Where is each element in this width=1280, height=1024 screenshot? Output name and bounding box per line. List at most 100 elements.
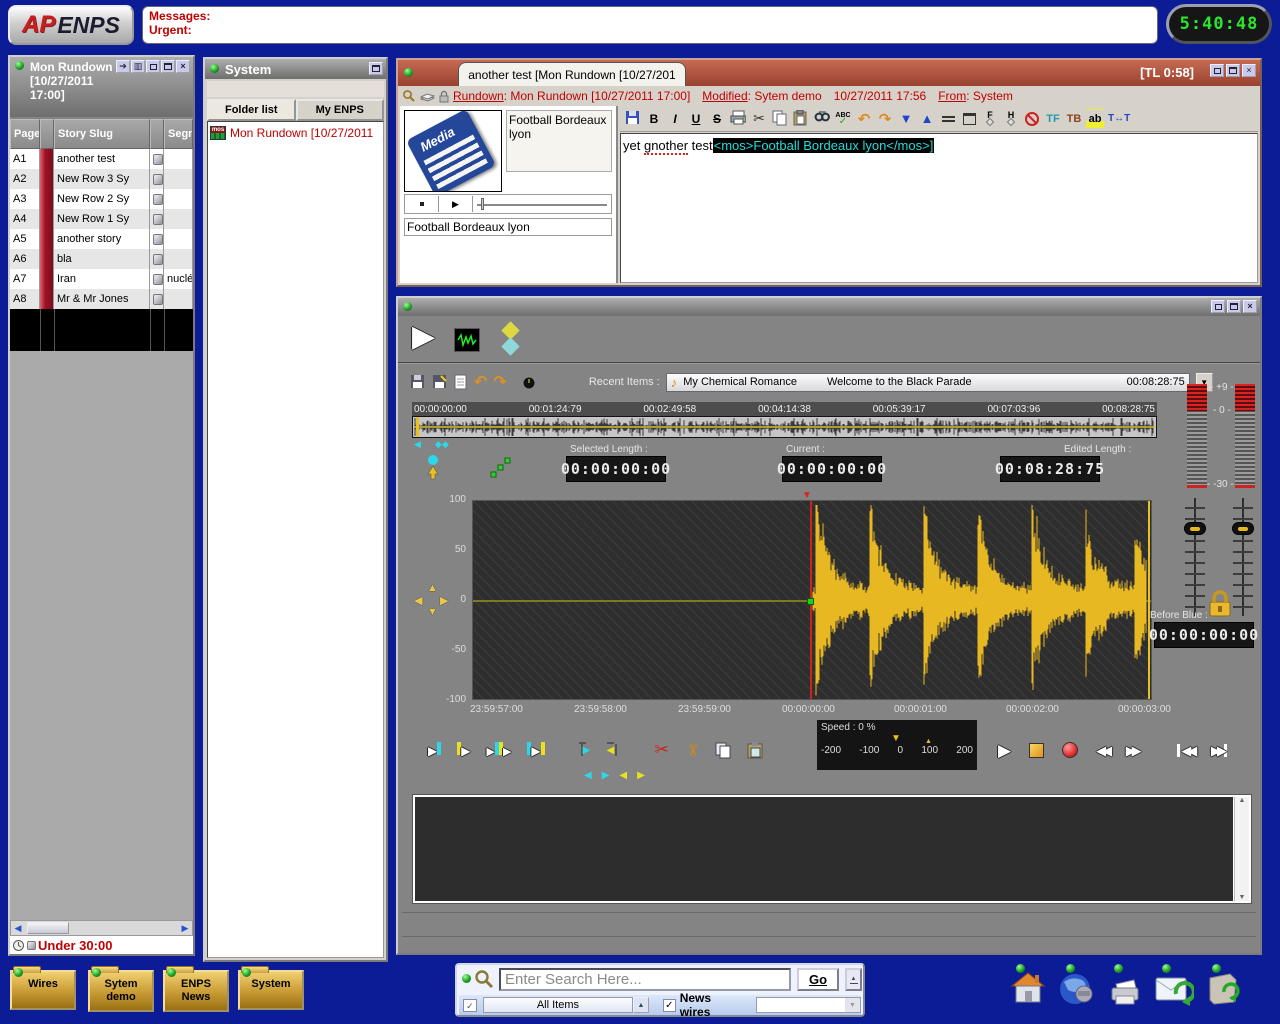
- timer-icon[interactable]: [521, 374, 537, 390]
- rundown-row[interactable]: A6bla: [10, 249, 193, 269]
- nudge-in-right-icon[interactable]: ▶: [602, 770, 610, 781]
- media-seek-slider[interactable]: [473, 196, 611, 212]
- rundown-hscrollbar[interactable]: ◀ ▶: [10, 920, 193, 936]
- minimize-button[interactable]: [1211, 300, 1225, 313]
- media-name-field[interactable]: Football Bordeaux lyon: [404, 218, 612, 236]
- scope-dropdown-arrow[interactable]: ▲: [633, 997, 649, 1013]
- document-icon[interactable]: [454, 374, 468, 390]
- log-text-area[interactable]: [415, 797, 1233, 901]
- go-button[interactable]: Go: [797, 968, 839, 991]
- close-button[interactable]: ×: [1243, 300, 1257, 313]
- col-header-slug[interactable]: Story Slug: [54, 119, 150, 149]
- print-icon[interactable]: [729, 109, 747, 129]
- scope-dropdown[interactable]: All Items: [483, 997, 633, 1013]
- pan-up-icon[interactable]: ▲: [427, 582, 438, 594]
- scroll-up-icon[interactable]: ▲: [1239, 797, 1246, 804]
- lock-icon[interactable]: [1208, 590, 1232, 618]
- undo-icon[interactable]: ↶: [474, 372, 487, 392]
- taskbar-folder-enps-news[interactable]: ENPS News: [163, 970, 229, 1012]
- editor-tab[interactable]: another test [Mon Rundown [10/27/201: [458, 62, 686, 86]
- gain-slider-left[interactable]: [1185, 498, 1205, 616]
- nudge-out-right-icon[interactable]: ▶: [637, 770, 645, 781]
- fade-envelope-icon[interactable]: [490, 456, 512, 478]
- playhead-center-handle[interactable]: [807, 598, 814, 605]
- home-icon[interactable]: [1010, 972, 1046, 1004]
- no-format-icon[interactable]: [1023, 109, 1041, 129]
- cut-icon[interactable]: ✂: [750, 109, 768, 129]
- paste-icon[interactable]: [747, 742, 763, 759]
- fast-forward-button[interactable]: ▶▶: [1126, 744, 1138, 757]
- folder-item-label[interactable]: Mon Rundown [10/27/2011: [230, 126, 373, 140]
- seek-thumb[interactable]: [481, 198, 484, 210]
- play-mode-icon[interactable]: ▶: [412, 322, 435, 352]
- wires-dropdown[interactable]: ▼: [756, 997, 861, 1013]
- rewind-button[interactable]: ◀◀: [1096, 744, 1108, 757]
- recent-items-dropdown[interactable]: ♪ My Chemical Romance Welcome to the Bla…: [666, 373, 1190, 392]
- text-block-icon[interactable]: TB: [1065, 109, 1083, 129]
- rundown-empty-band[interactable]: [10, 309, 193, 351]
- teleprompter-font-icon[interactable]: TF: [1044, 109, 1062, 129]
- find-icon[interactable]: [813, 109, 831, 129]
- audio-titlebar[interactable]: ×: [398, 298, 1260, 316]
- resize-text-icon[interactable]: T↔T: [1107, 109, 1131, 129]
- redo-icon[interactable]: ↷: [493, 372, 506, 392]
- gain-slider-right[interactable]: [1233, 498, 1253, 616]
- tab-my-enps[interactable]: My ENPS: [296, 99, 385, 121]
- rundown-titlebar[interactable]: Mon Rundown [10/27/2011 17:00] ➔ ▥ ×: [10, 57, 193, 117]
- col-header-segment[interactable]: Segment: [164, 119, 193, 149]
- script-text-area[interactable]: yet gnother test<mos>Football Bordeaux l…: [620, 133, 1258, 283]
- restore-button[interactable]: [1226, 64, 1240, 77]
- news-wires-checkbox[interactable]: ✓: [663, 999, 676, 1012]
- globe-icon[interactable]: [1058, 972, 1096, 1006]
- minimize-button[interactable]: [146, 60, 160, 73]
- restore-button[interactable]: [161, 60, 175, 73]
- rundown-row[interactable]: A5another story: [10, 229, 193, 249]
- col-header-mos[interactable]: [150, 119, 164, 149]
- speed-marker-icon[interactable]: ▼: [891, 733, 901, 744]
- slider-handle[interactable]: [1184, 522, 1206, 535]
- highlight-icon[interactable]: ab: [1086, 109, 1104, 129]
- scroll-left-icon[interactable]: ◀: [11, 923, 25, 934]
- cut-icon[interactable]: ✂: [655, 740, 669, 760]
- restore-button[interactable]: [369, 62, 383, 75]
- pan-down-icon[interactable]: ▼: [427, 606, 438, 618]
- playhead-top-marker[interactable]: ▼: [802, 490, 812, 501]
- play-between-marks-icon[interactable]: ▶▶: [486, 742, 511, 758]
- timeline-ruler[interactable]: 00:00:00:0000:01:24:7900:02:49:5800:04:1…: [412, 402, 1157, 416]
- slider-handle[interactable]: [1232, 522, 1254, 535]
- restore-button[interactable]: [1227, 300, 1241, 313]
- rundown-row[interactable]: A3New Row 2 Sy: [10, 189, 193, 209]
- folder-list-item[interactable]: mos Mon Rundown [10/27/2011: [210, 126, 381, 140]
- minimize-button[interactable]: [1210, 64, 1224, 77]
- nudge-out-left-icon[interactable]: ◀: [619, 770, 627, 781]
- paste-icon[interactable]: [792, 109, 810, 129]
- speed-control[interactable]: Speed : 0 % ▼ ▲ -200-1000100200: [817, 720, 977, 770]
- taskbar-folder-sytem-demo[interactable]: Sytem demo: [88, 970, 154, 1012]
- play-button[interactable]: ▶: [998, 742, 1011, 759]
- pointer-up-icon[interactable]: [424, 454, 442, 480]
- rundown-row[interactable]: A8Mr & Mr Jones: [10, 289, 193, 309]
- underline-button[interactable]: U: [687, 109, 705, 129]
- insert-rule-icon[interactable]: [939, 109, 957, 129]
- bold-button[interactable]: B: [645, 109, 663, 129]
- mail-icon[interactable]: [1154, 972, 1194, 1006]
- close-button[interactable]: ×: [1242, 64, 1256, 77]
- mark-in-icon[interactable]: ▶: [457, 742, 470, 758]
- h-diamond-icon[interactable]: H: [1002, 109, 1020, 129]
- search-expand-button[interactable]: ▲: [845, 968, 862, 991]
- search-icon[interactable]: [402, 89, 416, 103]
- move-up-icon[interactable]: ▲: [918, 109, 936, 129]
- hscroll-thumb[interactable]: [27, 922, 69, 934]
- stop-button[interactable]: [405, 196, 439, 212]
- col-header-page[interactable]: Page: [10, 119, 40, 149]
- wires-dropdown-arrow[interactable]: ▼: [845, 998, 860, 1012]
- waveform-plot[interactable]: [472, 500, 1152, 700]
- mos-object-tag[interactable]: <mos>Football Bordeaux lyon</mos>]: [713, 138, 935, 153]
- rundown-row[interactable]: A1another test: [10, 149, 193, 169]
- goto-in-icon[interactable]: ▶: [428, 742, 441, 758]
- filter-check-icon[interactable]: ✓: [463, 999, 477, 1012]
- trim-icon[interactable]: ✂: [682, 743, 702, 757]
- save-icon[interactable]: [410, 374, 426, 390]
- pan-left-icon[interactable]: ◀: [414, 594, 422, 607]
- save-icon[interactable]: [624, 109, 642, 129]
